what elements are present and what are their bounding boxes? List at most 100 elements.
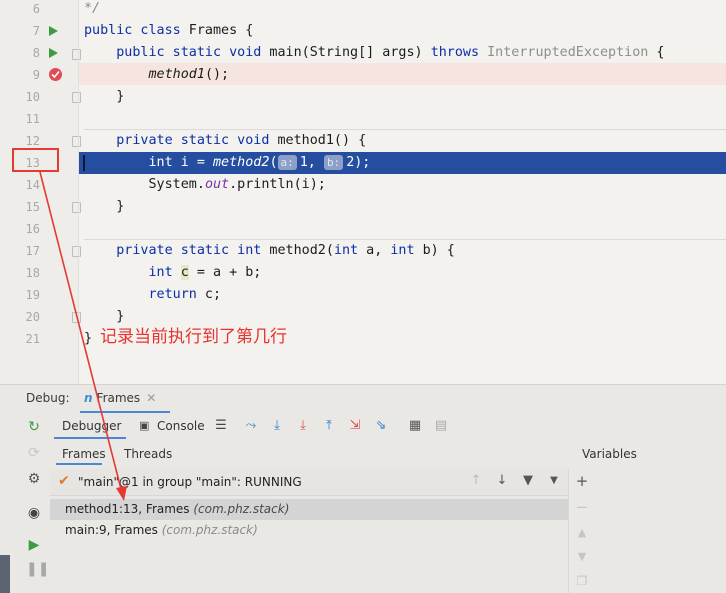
evaluate-expression-icon[interactable]: ▦ [407, 418, 423, 434]
keyword: private static int [116, 243, 262, 258]
code-editor[interactable]: 6 7 8 9 10 11 12 13 14 15 16 17 18 19 20… [0, 0, 726, 384]
move-up-icon[interactable]: ▲ [574, 525, 590, 541]
show-execution-point-icon[interactable]: ⤳ [243, 418, 259, 434]
view-breakpoints-icon[interactable]: ◉ [26, 505, 42, 521]
trace-icon[interactable]: ▤ [433, 418, 449, 434]
code-text: main(String[] args) [261, 45, 431, 60]
debug-header: Debug: n Frames ✕ [0, 385, 726, 413]
arrow-down-icon[interactable]: ↓ [494, 473, 510, 489]
tab-console[interactable]: Console [157, 419, 205, 433]
variables-title: Variables [582, 447, 637, 461]
param-hint: a: [277, 155, 297, 170]
debug-session-tab[interactable]: n Frames ✕ [84, 391, 156, 405]
tab-threads[interactable]: Threads [124, 447, 172, 461]
code-line-12[interactable]: private static void method1() { [84, 130, 726, 152]
code-text: b) { [414, 243, 455, 258]
arrow-up-icon[interactable]: ↑ [468, 473, 484, 489]
code-text: } [116, 199, 125, 214]
step-into-icon[interactable]: ⤓ [295, 418, 311, 434]
code-line-10[interactable]: } [84, 86, 726, 108]
code-line-15[interactable]: } [84, 196, 726, 218]
pause-icon[interactable]: ❚❚ [26, 561, 49, 577]
line-number: 15 [25, 200, 40, 214]
fold-marker-icon[interactable] [72, 202, 81, 213]
keyword: return [148, 287, 197, 302]
run-to-cursor-icon[interactable]: ⇘ [373, 418, 389, 434]
drop-frame-icon[interactable]: ⇲ [347, 418, 363, 434]
code-text: (); [204, 67, 230, 82]
frame-row-selected[interactable]: method1:13, Frames (com.phz.stack) [50, 499, 568, 520]
rerun-icon[interactable]: ↻ [26, 419, 42, 435]
debug-tool-window[interactable]: Debug: n Frames ✕ ↻ ⟳ ⚙ ◉ ▶ ❚❚ Debugger ▣ … [0, 384, 726, 593]
remove-watch-icon[interactable]: − [574, 499, 590, 515]
code-line-18[interactable]: int c = a + b; [84, 262, 726, 284]
filter-icon[interactable]: ▼ [520, 473, 536, 489]
tab-frames[interactable]: Frames [62, 447, 106, 461]
code-line-13[interactable]: int i = method2(a: 1, b: 2); [84, 152, 726, 174]
code-line-6[interactable]: */ [84, 0, 726, 20]
close-icon[interactable]: ✕ [146, 391, 156, 405]
line-number: 17 [25, 244, 40, 258]
param-hint: b: [323, 155, 344, 170]
add-watch-icon[interactable]: + [574, 473, 590, 489]
code-line-7[interactable]: public class Frames { [84, 20, 726, 42]
layout-menu-icon[interactable]: ☰ [213, 418, 229, 434]
code-text: i = [172, 155, 213, 170]
breakpoint-icon[interactable] [49, 68, 62, 81]
thread-status: "main"@1 in group "main": RUNNING [78, 475, 302, 489]
code-text: = a + b; [188, 265, 262, 280]
run-main-icon[interactable] [49, 48, 58, 58]
line-number: 14 [25, 178, 40, 192]
debug-label: Debug: [26, 391, 70, 405]
fold-marker-icon[interactable] [72, 312, 81, 323]
thread-selector[interactable]: ✔ "main"@1 in group "main": RUNNING ↑ ↓ … [50, 469, 568, 496]
step-out-icon[interactable]: ⤒ [321, 418, 337, 434]
fold-marker-icon[interactable] [72, 246, 81, 257]
code-text: { [648, 45, 665, 60]
line-number: 19 [25, 288, 40, 302]
keyword: public class [84, 23, 181, 38]
step-over-icon[interactable]: ⤓ [269, 418, 285, 434]
code-line-9[interactable]: method1(); [84, 64, 726, 86]
copy-icon[interactable]: ❐ [574, 573, 590, 589]
check-icon: ✔ [58, 473, 70, 489]
wrench-icon[interactable]: ⚙ [26, 471, 42, 487]
window-edge [0, 555, 10, 593]
code-line-14[interactable]: System.out.println(i); [84, 174, 726, 196]
method-call: method2 [213, 155, 270, 170]
code-text: } [116, 89, 125, 104]
code-text: 2); [346, 155, 371, 170]
keyword: public static void [116, 45, 262, 60]
resume-program-icon[interactable]: ▶ [26, 537, 42, 553]
line-number: 16 [25, 222, 40, 236]
fold-marker-icon[interactable] [72, 49, 81, 60]
move-down-icon[interactable]: ▼ [574, 549, 590, 565]
code-text: c; [196, 287, 222, 302]
code-line-19[interactable]: return c; [84, 284, 726, 306]
code-text: ( [269, 155, 278, 170]
variables-toolbar: + − ▲ ▼ ❐ [568, 469, 595, 593]
debug-subtabs: Debugger ▣ Console ☰ ⤳ ⤓ ⤓ ⤒ ⇲ ⇘ ▦ ▤ [48, 413, 726, 439]
tab-debugger[interactable]: Debugger [62, 419, 121, 433]
tab-underline [56, 463, 102, 465]
console-icon: ▣ [139, 419, 150, 432]
fold-marker-icon[interactable] [72, 136, 81, 147]
run-class-icon[interactable] [49, 26, 58, 36]
frame-name: method1:13, Frames [65, 502, 194, 516]
code-line-17[interactable]: private static int method2(int a, int b)… [84, 240, 726, 262]
line-number: 6 [32, 2, 40, 16]
static-field: out [204, 177, 230, 192]
code-text: method1() { [269, 133, 367, 148]
frame-row[interactable]: main:9, Frames (com.phz.stack) [50, 520, 568, 541]
frame-name: main:9, Frames [65, 523, 162, 537]
code-text: method2( [261, 243, 334, 258]
fold-marker-icon[interactable] [72, 92, 81, 103]
line-number: 10 [25, 90, 40, 104]
exception-type: InterruptedException [479, 45, 649, 60]
resume-disabled-icon[interactable]: ⟳ [26, 445, 42, 461]
variables-area[interactable] [595, 469, 726, 593]
code-line-8[interactable]: public static void main(String[] args) t… [84, 42, 726, 64]
chevron-down-icon[interactable]: ▼ [546, 473, 562, 489]
comment-text: */ [84, 1, 101, 16]
editor-gutter[interactable]: 6 7 8 9 10 11 12 13 14 15 16 17 18 19 20… [0, 0, 81, 384]
